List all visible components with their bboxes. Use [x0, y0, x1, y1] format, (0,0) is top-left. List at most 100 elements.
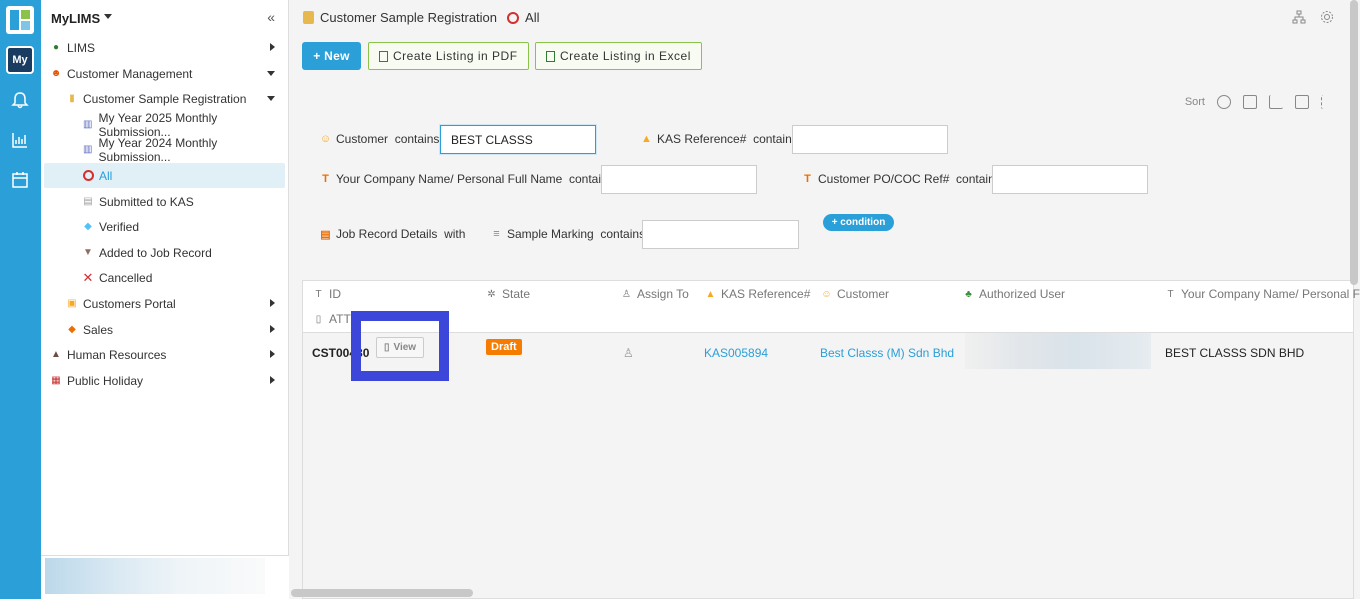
sidebar-item-public-holiday[interactable]: ▦ Public Holiday	[44, 368, 285, 393]
x-icon: ✕	[82, 269, 94, 285]
sort-button[interactable]: Sort	[1185, 96, 1205, 108]
my-workspace-button[interactable]: My	[6, 46, 34, 74]
create-pdf-button[interactable]: Create Listing in PDF	[368, 42, 529, 70]
horizontal-scrollbar[interactable]	[291, 589, 473, 597]
add-condition-button[interactable]: + condition	[823, 214, 894, 231]
diamond-icon: ◆	[84, 221, 92, 232]
header-actions	[1292, 10, 1334, 24]
scroll-icon	[303, 11, 314, 24]
sidebar-item-label: My Year 2024 Monthly Submission...	[98, 135, 218, 164]
customer-link[interactable]: Best Classs (M) Sdn Bhd	[820, 346, 954, 360]
filter-field-name: Customer	[336, 132, 389, 146]
pdf-icon	[379, 50, 388, 62]
column-customer[interactable]: ☺ Customer	[821, 287, 889, 301]
chevron-down-icon	[267, 71, 275, 76]
sidebar-item-label: Submitted to KAS	[99, 194, 194, 209]
chevron-right-icon	[270, 299, 275, 307]
spinner-icon: ✲	[487, 288, 496, 300]
filter-operator: contains	[394, 132, 440, 146]
column-label: Your Company Name/ Personal F	[1181, 287, 1360, 301]
sidebar-item-verified[interactable]: ◆ Verified	[44, 214, 285, 239]
text-icon: T	[315, 288, 322, 300]
sidebar-item-customers-portal[interactable]: ▣ Customers Portal	[44, 291, 285, 316]
sidebar-item-customer-management[interactable]: ☻ Customer Management	[44, 61, 285, 86]
column-att[interactable]: ▯ ATT	[313, 312, 351, 326]
scroll-icon: ▮	[69, 93, 75, 104]
column-kas-reference[interactable]: ▲ KAS Reference#	[705, 287, 811, 301]
customer-filter-input[interactable]: BEST CLASSS	[440, 125, 596, 154]
gear-icon[interactable]	[1320, 10, 1334, 24]
create-pdf-label: Create Listing in PDF	[393, 49, 518, 63]
collapse-sidebar-icon[interactable]: «	[267, 9, 275, 25]
sidebar-item-cancelled[interactable]: ✕ Cancelled	[44, 265, 285, 290]
create-excel-button[interactable]: Create Listing in Excel	[535, 42, 702, 70]
chart-icon: ▥	[83, 119, 93, 130]
filter-field-name: Sample Marking	[507, 227, 594, 241]
sidebar-item-label: All	[99, 168, 113, 183]
sidebar-item-label: Verified	[99, 219, 140, 234]
filter-operator: with	[444, 227, 466, 241]
text-field-icon: T	[804, 173, 811, 185]
file-icon: ▯	[315, 313, 322, 325]
company-name-cell: BEST CLASSS SDN BHD	[1165, 346, 1305, 360]
sidebar-item-label: Customers Portal	[83, 296, 176, 311]
column-company-name[interactable]: T Your Company Name/ Personal F	[1165, 287, 1360, 301]
sidebar-item-lims[interactable]: ● LIMS	[44, 35, 285, 60]
text-field-icon: T	[322, 173, 329, 185]
sidebar-item-submitted-to-kas[interactable]: ▤ Submitted to KAS	[44, 189, 285, 214]
company-filter-input[interactable]	[601, 165, 757, 194]
chevron-down-icon	[267, 96, 275, 101]
chevron-right-icon	[270, 43, 275, 51]
refresh-icon[interactable]	[1217, 95, 1231, 109]
filter-field-name: Customer PO/COC Ref#	[818, 172, 950, 186]
table-header: T ID ✲ State ♙ Assign To ▲ KAS Reference# ☺ C…	[303, 281, 1360, 333]
chevron-right-icon	[270, 325, 275, 333]
sidebar-item-label: Added to Job Record	[99, 245, 212, 260]
po-filter-input[interactable]	[992, 165, 1148, 194]
marking-filter-input[interactable]	[642, 220, 799, 249]
new-button[interactable]: + New	[302, 42, 361, 70]
calendar-add-icon[interactable]	[1295, 95, 1309, 109]
column-label: Authorized User	[979, 287, 1066, 301]
bell-icon[interactable]	[10, 90, 30, 110]
image-icon: ▲	[51, 349, 61, 360]
report-chart-icon[interactable]	[10, 130, 30, 150]
kas-reference-link[interactable]: KAS005894	[704, 346, 768, 360]
sidebar-item-2025-monthly[interactable]: ▥ My Year 2025 Monthly Submission...	[44, 111, 285, 139]
calendar-icon[interactable]	[10, 170, 30, 190]
column-authorized-user[interactable]: ♣ Authorized User	[963, 287, 1065, 301]
filter-field-name: KAS Reference#	[657, 132, 747, 146]
app-logo[interactable]	[6, 6, 34, 34]
table-row[interactable]: CST00480 Draft ♙ KAS005894 Best Classs (…	[303, 333, 1353, 377]
chart-icon[interactable]	[1269, 95, 1283, 109]
assign-person-icon[interactable]: ♙	[623, 346, 634, 360]
column-assign-to[interactable]: ♙ Assign To	[621, 287, 689, 301]
person-icon: ♙	[622, 288, 631, 300]
sidebar-item-2024-monthly[interactable]: ▥ My Year 2024 Monthly Submission...	[44, 135, 285, 164]
sidebar-item-label: LIMS	[67, 40, 96, 55]
sidebar-item-customer-sample-registration[interactable]: ▮ Customer Sample Registration	[44, 86, 285, 111]
ring-icon	[82, 170, 94, 182]
sitemap-icon[interactable]	[1292, 10, 1306, 24]
column-label: ATT	[329, 312, 351, 326]
column-id[interactable]: T ID	[313, 287, 341, 301]
sidebar-item-sales[interactable]: ◆ Sales	[44, 317, 285, 342]
table-icon: ▤	[320, 228, 331, 241]
highlight-box	[351, 311, 449, 381]
column-state[interactable]: ✲ State	[486, 287, 530, 301]
user-profile-area[interactable]	[41, 555, 289, 599]
kas-filter-input[interactable]	[792, 125, 948, 154]
checklist-icon[interactable]	[1321, 95, 1335, 109]
chevron-down-icon[interactable]	[104, 14, 112, 19]
app-title[interactable]: MyLIMS	[51, 11, 100, 26]
sidebar-item-all[interactable]: All	[44, 163, 285, 188]
sidebar-item-human-resources[interactable]: ▲ Human Resources	[44, 342, 285, 367]
export-icon[interactable]	[1243, 95, 1257, 109]
vertical-scrollbar[interactable]	[1350, 0, 1358, 285]
sidebar-item-label: Sales	[83, 322, 114, 337]
list-lines-icon: ≡	[493, 228, 500, 240]
filter-po-label: T Customer PO/COC Ref# contains	[802, 172, 1001, 186]
column-label: State	[502, 287, 531, 301]
filter-operator: contains	[600, 227, 646, 241]
sidebar-item-added-to-job-record[interactable]: ▼ Added to Job Record	[44, 240, 285, 265]
